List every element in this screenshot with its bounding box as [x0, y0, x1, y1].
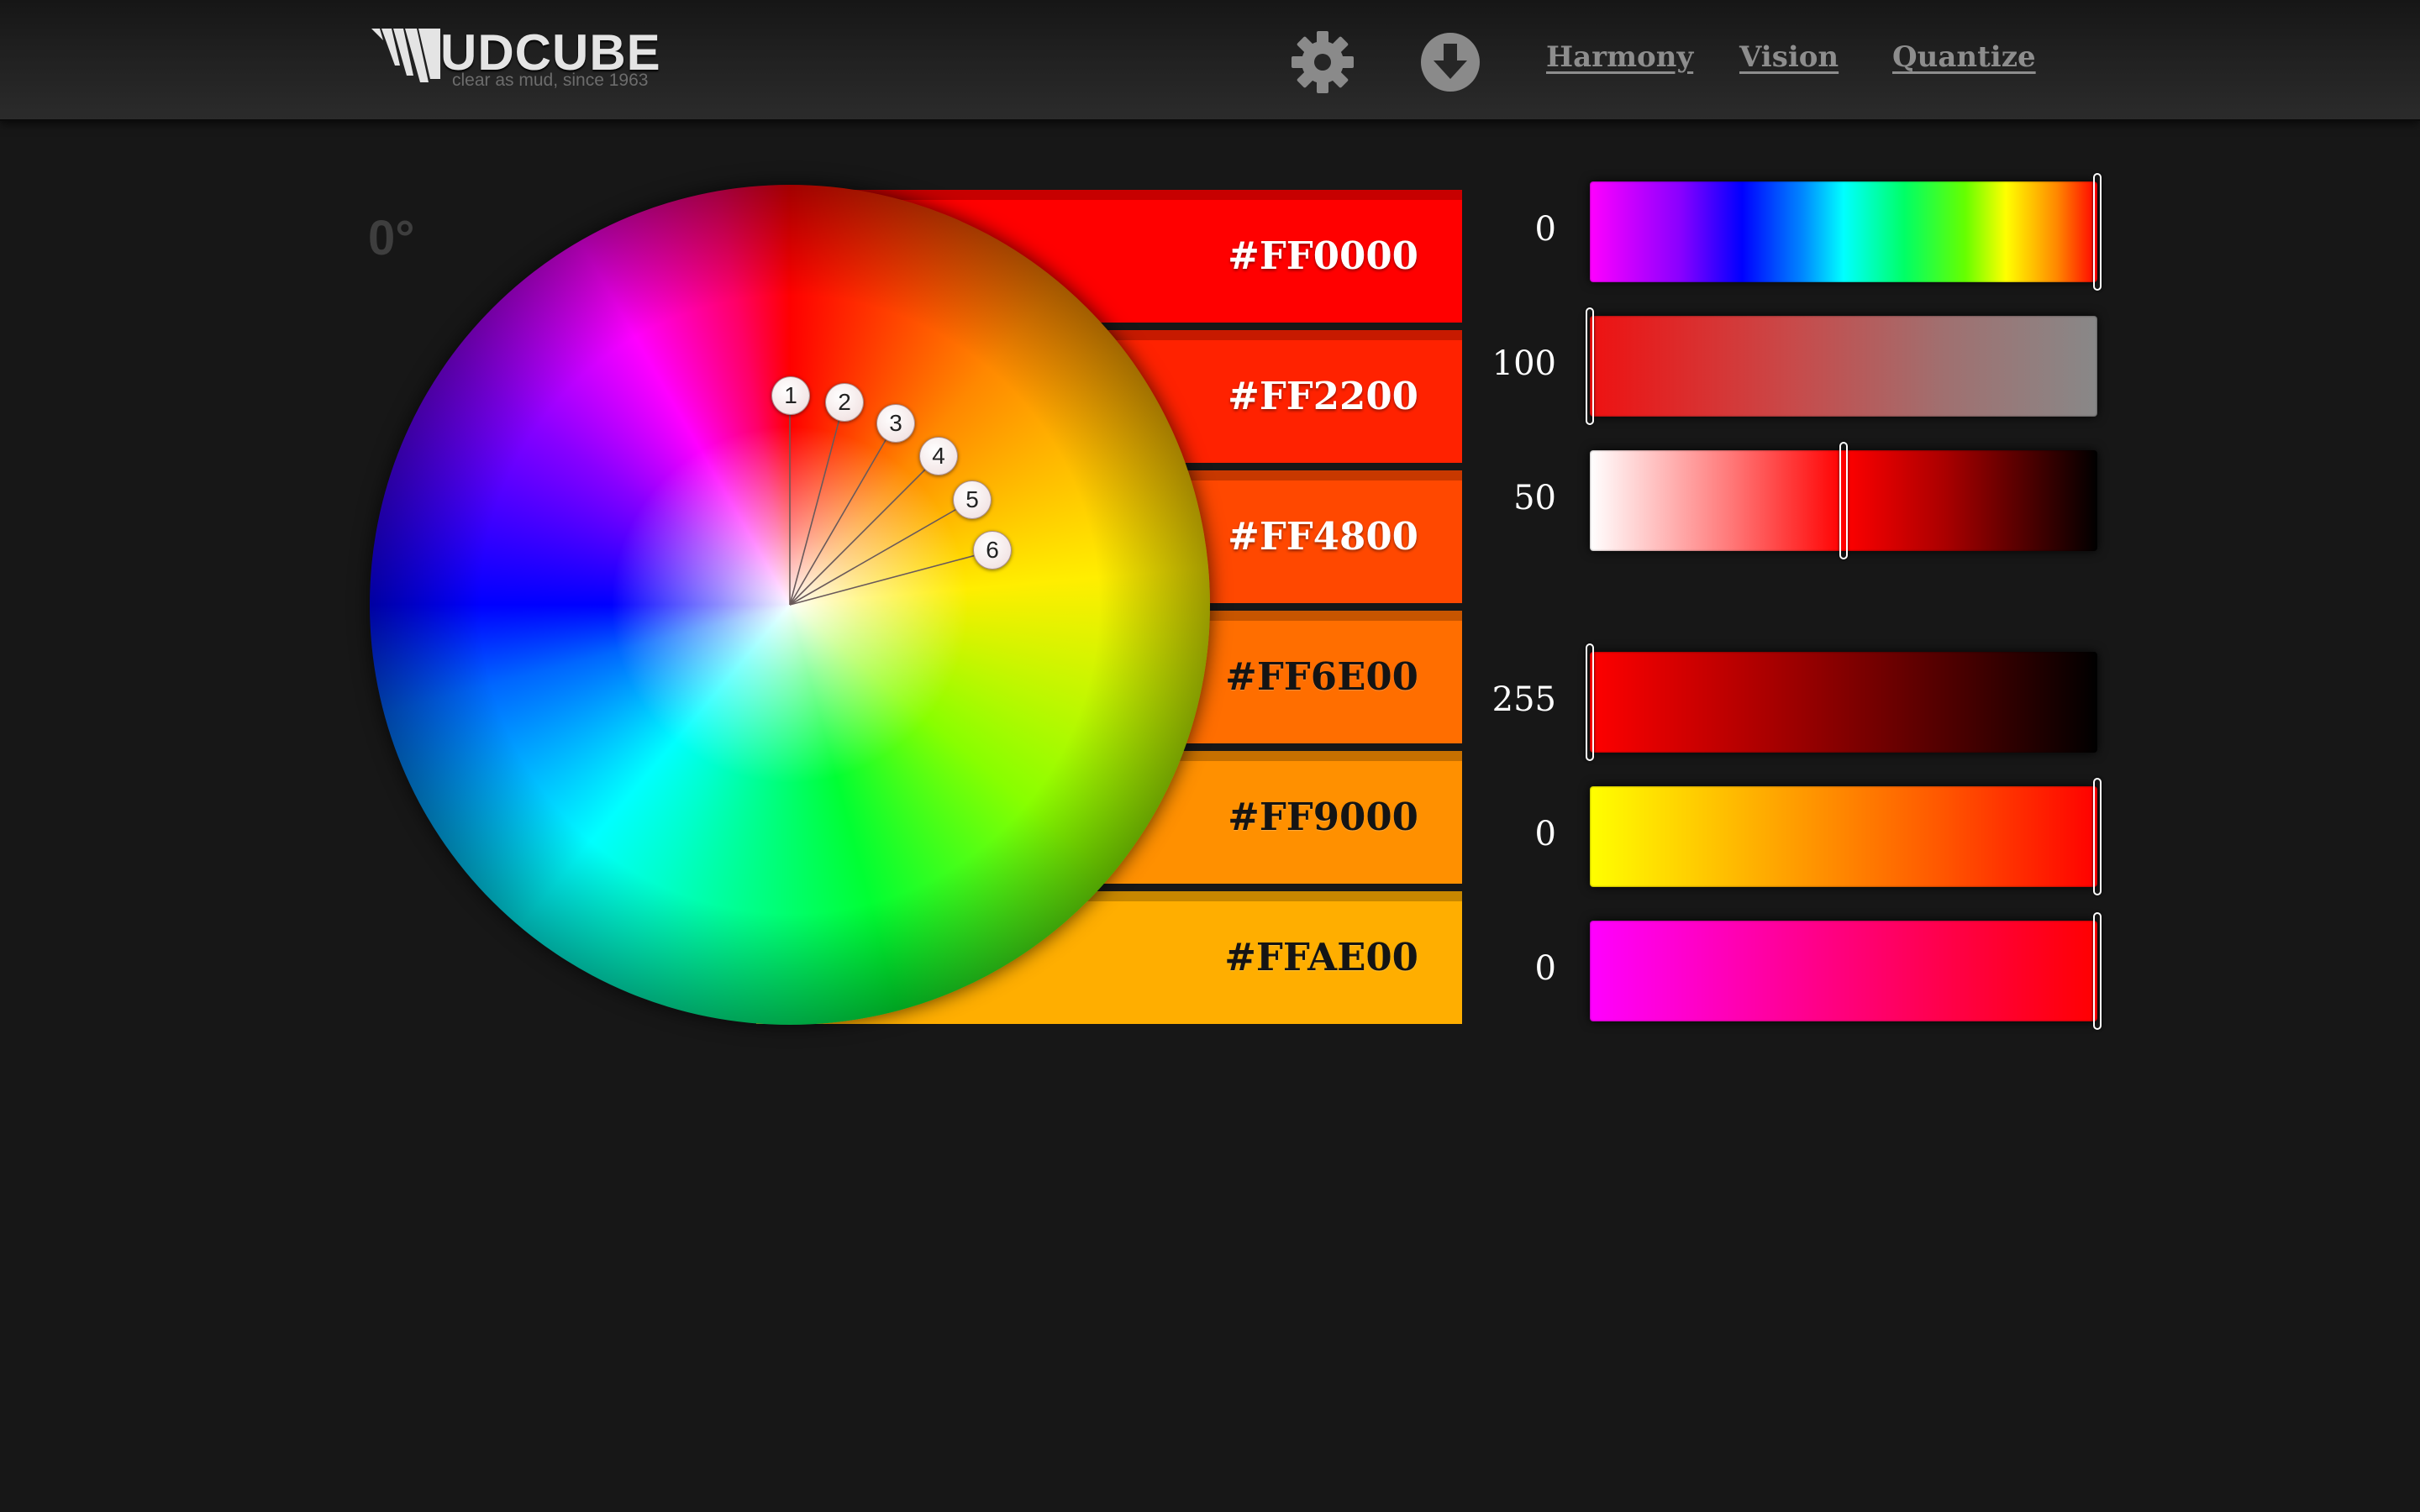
nav-quantize-link[interactable]: Quantize [1892, 40, 2036, 74]
harmony-marker-2[interactable]: 2 [825, 383, 864, 422]
red-slider[interactable] [1586, 643, 2097, 761]
gear-icon[interactable] [1291, 30, 1355, 94]
harmony-marker-5[interactable]: 5 [953, 480, 992, 519]
hue-value: 0 [1534, 210, 1556, 249]
lightness-value: 50 [1513, 479, 1556, 517]
swatch-hex-label: #FF6E00 [1225, 654, 1418, 699]
swatch-hex-label: #FF2200 [1228, 374, 1418, 418]
green-slider[interactable] [1590, 778, 2102, 895]
hue-slider[interactable] [1590, 173, 2102, 291]
nav-vision-link[interactable]: Vision [1739, 40, 1839, 74]
swatch-hex-label: #FF9000 [1228, 795, 1418, 839]
saturation-slider[interactable] [1586, 307, 2097, 425]
green-value: 0 [1534, 815, 1556, 853]
slider-handle[interactable] [2093, 173, 2102, 291]
saturation-value: 100 [1491, 344, 1556, 383]
color-wheel[interactable]: 1 2 3 4 5 6 [370, 185, 1210, 1025]
nav-harmony-link[interactable]: Harmony [1546, 40, 1693, 74]
logo-mark-icon [371, 29, 440, 82]
mudcube-logo[interactable]: UDCUBE clear as mud, since 1963 [370, 24, 672, 92]
swatch-hex-label: #FF4800 [1228, 514, 1418, 559]
lightness-slider[interactable] [1590, 442, 2097, 559]
swatch-hex-label: #FF0000 [1228, 234, 1418, 278]
slider-handle[interactable] [2093, 912, 2102, 1030]
slider-handle[interactable] [1839, 442, 1848, 559]
download-icon[interactable] [1418, 30, 1482, 94]
harmony-marker-1[interactable]: 1 [771, 376, 810, 415]
swatch-hex-label: #FFAE00 [1224, 935, 1418, 979]
blue-value: 0 [1534, 949, 1556, 988]
slider-handle[interactable] [1586, 643, 1594, 761]
harmony-marker-4[interactable]: 4 [919, 437, 958, 475]
slider-handle[interactable] [2093, 778, 2102, 895]
red-value: 255 [1491, 680, 1556, 719]
blue-slider[interactable] [1590, 912, 2102, 1030]
harmony-marker-3[interactable]: 3 [876, 404, 915, 443]
slider-handle[interactable] [1586, 307, 1594, 425]
top-bar: UDCUBE clear as mud, since 1963 Harmony … [0, 0, 2420, 121]
logo-tagline: clear as mud, since 1963 [452, 71, 649, 90]
harmony-lines [789, 396, 992, 606]
harmony-marker-6[interactable]: 6 [973, 531, 1012, 570]
